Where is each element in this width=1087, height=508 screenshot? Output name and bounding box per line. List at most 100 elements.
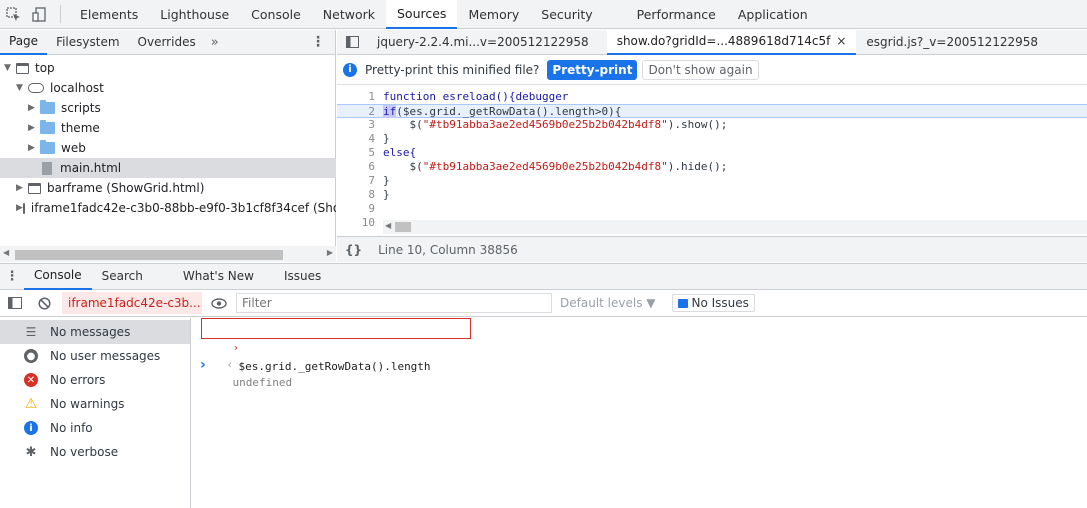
collapsed-triangle-icon: ▶ <box>28 123 35 133</box>
console-sidebar: ☰ No messages ● No user messages ✕ No er… <box>0 318 191 508</box>
sources-navigator: Page Filesystem Overrides » ⋮ ▼ top ▼ lo… <box>0 30 336 262</box>
dont-show-again-button[interactable]: Don't show again <box>642 59 759 80</box>
tree-item-scripts[interactable]: ▶ scripts <box>28 98 101 118</box>
frame-icon <box>16 62 29 74</box>
nav-tab-filesystem[interactable]: Filesystem <box>47 30 128 55</box>
folder-icon <box>40 120 55 134</box>
frame-icon <box>22 202 25 214</box>
nav-tab-overrides[interactable]: Overrides <box>129 30 205 55</box>
cursor-position: Line 10, Column 38856 <box>378 242 518 257</box>
drawer-tab-whats-new[interactable]: What's New <box>173 263 264 290</box>
javascript-context-select[interactable]: iframe1fadc42e-c3b... ▼ <box>62 292 202 314</box>
expanded-triangle-icon: ▼ <box>16 83 23 93</box>
devtools-main-tabbar: Elements Lighthouse Console Network Sour… <box>0 0 1087 29</box>
console-messages[interactable]: › $es.grid._getRowData().length ‹ undefi… <box>192 318 1087 508</box>
sidebar-item-user-messages[interactable]: ● No user messages <box>0 344 190 368</box>
pretty-print-button[interactable]: Pretty-print <box>547 59 638 80</box>
folder-icon <box>40 100 55 114</box>
console-input-entry[interactable]: › $es.grid._getRowData().length <box>201 318 471 373</box>
sidebar-item-messages[interactable]: ☰ No messages <box>0 320 190 344</box>
tree-item-main-html[interactable]: main.html <box>0 158 336 178</box>
file-icon <box>42 161 52 175</box>
tree-item-theme[interactable]: ▶ theme <box>28 118 100 138</box>
toggle-navigator-icon[interactable] <box>337 36 367 48</box>
close-tab-icon[interactable]: × <box>836 34 846 48</box>
collapsed-triangle-icon: ▶ <box>28 103 35 113</box>
navigator-tabs: Page Filesystem Overrides » ⋮ <box>0 30 335 55</box>
issues-icon <box>677 298 688 308</box>
sidebar-item-verbose[interactable]: ✱ No verbose <box>0 440 190 464</box>
sidebar-item-info[interactable]: i No info <box>0 416 190 440</box>
tab-memory[interactable]: Memory <box>457 0 530 29</box>
source-editor: jquery-2.2.4.mi...v=200512122958 show.do… <box>337 29 1087 262</box>
code-line: 6 $("#tb91abba3ae2ed4569b0e25b2b042b4df8… <box>368 160 728 173</box>
expanded-triangle-icon: ▼ <box>4 63 11 73</box>
navigator-horizontal-scrollbar[interactable]: ◀ ▶ <box>0 246 336 262</box>
tab-console[interactable]: Console <box>240 0 312 29</box>
no-issues-button[interactable]: No Issues <box>671 294 755 312</box>
drawer-tab-search[interactable]: Search <box>92 263 153 290</box>
pretty-print-braces-icon[interactable]: {} <box>345 243 362 257</box>
error-icon: ✕ <box>24 373 38 387</box>
info-icon: i <box>24 421 38 435</box>
tab-lighthouse[interactable]: Lighthouse <box>149 0 240 29</box>
nav-tab-page[interactable]: Page <box>0 30 48 55</box>
frame-icon <box>28 182 41 194</box>
file-tab-show-do[interactable]: show.do?gridId=...4889618d714c5f × <box>606 29 857 55</box>
collapsed-triangle-icon: ▶ <box>28 143 35 153</box>
scrollbar-thumb[interactable] <box>395 222 411 232</box>
collapsed-triangle-icon: ▶ <box>16 183 23 193</box>
log-levels-dropdown[interactable]: Default levels ▼ <box>560 296 656 310</box>
code-line: 4 } <box>368 132 390 145</box>
tree-item-web[interactable]: ▶ web <box>28 138 86 158</box>
inspect-element-icon[interactable] <box>0 0 26 29</box>
more-tabs-icon[interactable]: » <box>205 35 225 50</box>
bug-icon: ✱ <box>25 444 37 460</box>
collapsed-triangle-icon: ▶ <box>16 203 23 213</box>
tree-item-top[interactable]: ▼ top <box>4 58 55 78</box>
console-prompt[interactable]: › <box>200 356 206 374</box>
file-tabs: jquery-2.2.4.mi...v=200512122958 show.do… <box>337 29 1087 55</box>
result-arrow-icon: ‹ <box>226 358 234 371</box>
pretty-print-infobar: i Pretty-print this minified file? Prett… <box>337 55 1087 85</box>
scrollbar-thumb[interactable] <box>15 250 283 260</box>
show-sidebar-icon[interactable] <box>0 297 30 309</box>
live-expression-eye-icon[interactable] <box>202 297 236 309</box>
tree-item-barframe[interactable]: ▶ barframe (ShowGrid.html) <box>16 178 204 198</box>
scroll-left-icon[interactable]: ◀ <box>3 248 9 257</box>
drawer-tab-console[interactable]: Console <box>24 263 92 290</box>
file-tab-jquery[interactable]: jquery-2.2.4.mi...v=200512122958 <box>367 30 599 55</box>
tab-application[interactable]: Application <box>727 0 819 29</box>
drawer-menu-icon[interactable]: ⋮ <box>0 269 24 284</box>
kebab-menu-icon[interactable]: ⋮ <box>311 34 325 50</box>
console-filter-input[interactable] <box>236 293 552 313</box>
user-icon: ● <box>24 349 38 363</box>
sidebar-item-errors[interactable]: ✕ No errors <box>0 368 190 392</box>
scroll-right-icon[interactable]: ▶ <box>327 248 333 257</box>
sidebar-item-warnings[interactable]: ⚠ No warnings <box>0 392 190 416</box>
code-line: 5 else{ <box>368 146 417 159</box>
clear-console-icon[interactable] <box>30 296 58 310</box>
drawer-tabbar: ⋮ Console Search What's New Issues <box>0 263 1087 290</box>
code-line: 1 function esreload(){debugger <box>368 90 569 103</box>
tab-sources[interactable]: Sources <box>385 0 458 29</box>
tree-item-localhost[interactable]: ▼ localhost <box>16 78 104 98</box>
warning-icon: ⚠ <box>24 396 38 412</box>
code-line: 7 } <box>368 174 390 187</box>
drawer-tab-issues[interactable]: Issues <box>274 263 331 290</box>
tab-network[interactable]: Network <box>312 0 386 29</box>
editor-status-bar: {} Line 10, Column 38856 <box>337 236 1087 262</box>
console-toolbar: iframe1fadc42e-c3b... ▼ Default levels ▼… <box>0 290 1087 317</box>
tab-security[interactable]: Security <box>530 0 603 29</box>
device-toolbar-icon[interactable] <box>26 0 52 29</box>
tab-elements[interactable]: Elements <box>69 0 149 29</box>
file-tab-esgrid[interactable]: esgrid.js?_v=200512122958 <box>856 30 1048 55</box>
pretty-print-message: Pretty-print this minified file? <box>365 62 540 77</box>
code-horizontal-scrollbar[interactable]: ◀ <box>383 220 1087 234</box>
tab-performance[interactable]: Performance <box>626 0 727 29</box>
tree-item-iframe[interactable]: ▶ iframe1fadc42e-c3b0-88bb-e9f0-3b1cf8f3… <box>16 198 336 218</box>
list-icon: ☰ <box>25 325 37 339</box>
info-icon: i <box>343 62 357 77</box>
scroll-left-icon[interactable]: ◀ <box>385 221 391 230</box>
code-view[interactable]: 1 function esreload(){debugger 2 if($es.… <box>337 87 1087 237</box>
